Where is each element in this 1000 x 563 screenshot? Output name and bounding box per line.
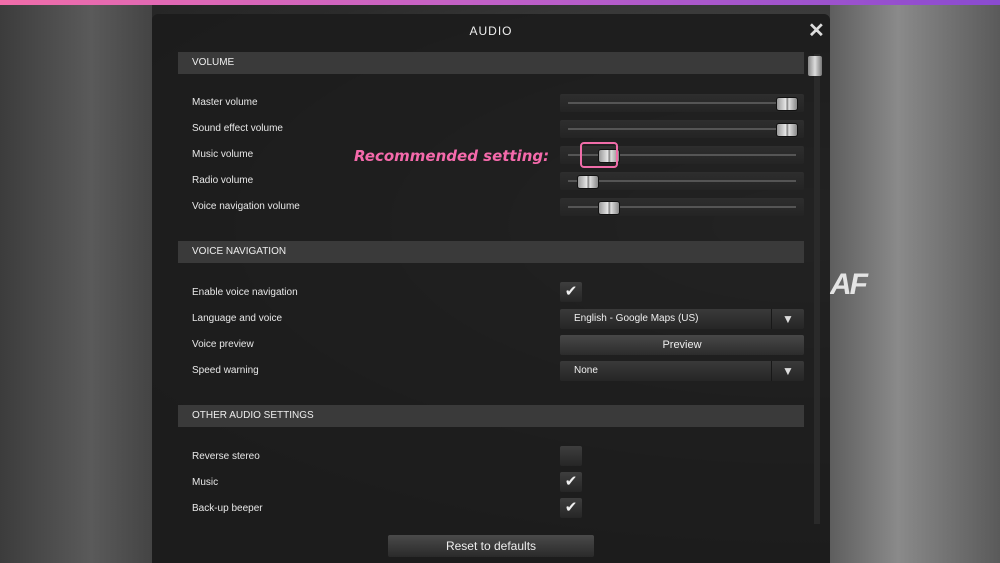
reverse-stereo-checkbox[interactable] xyxy=(560,446,582,466)
enable-voice-navigation-checkbox[interactable]: ✔ xyxy=(560,282,582,302)
scrollbar-thumb[interactable] xyxy=(808,56,822,76)
panel-title: AUDIO xyxy=(469,24,513,38)
chevron-down-icon[interactable]: ▼ xyxy=(771,361,804,381)
section-header-other-audio: OTHER AUDIO SETTINGS xyxy=(178,405,804,427)
truck-logo: AF xyxy=(830,268,868,301)
radio-volume-label: Radio volume xyxy=(192,175,254,186)
speed-warning-label: Speed warning xyxy=(192,365,259,376)
audio-settings-panel: AUDIO ✕ VOLUME Master volume Sound effec… xyxy=(152,14,830,563)
master-volume-label: Master volume xyxy=(192,97,258,108)
radio-volume-slider[interactable] xyxy=(560,172,804,190)
music-checkbox[interactable]: ✔ xyxy=(560,472,582,492)
top-accent-stripe xyxy=(0,0,1000,5)
slider-knob[interactable] xyxy=(776,97,798,111)
sound-effect-volume-label: Sound effect volume xyxy=(192,123,283,134)
voice-preview-label: Voice preview xyxy=(192,339,254,350)
preview-button[interactable]: Preview xyxy=(560,335,804,355)
voice-navigation-volume-slider[interactable] xyxy=(560,198,804,216)
master-volume-slider[interactable] xyxy=(560,94,804,112)
enable-voice-navigation-label: Enable voice navigation xyxy=(192,287,298,298)
section-header-volume: VOLUME xyxy=(178,52,804,74)
speed-warning-dropdown[interactable]: None ▼ xyxy=(560,361,804,381)
recommended-setting-annotation: Recommended setting: xyxy=(354,147,550,165)
dropdown-value: English - Google Maps (US) xyxy=(574,313,699,324)
slider-knob[interactable] xyxy=(776,123,798,137)
scrollbar-track[interactable] xyxy=(814,54,820,524)
voice-navigation-volume-label: Voice navigation volume xyxy=(192,201,300,212)
chevron-down-icon[interactable]: ▼ xyxy=(771,309,804,329)
slider-knob[interactable] xyxy=(576,175,599,189)
language-and-voice-dropdown[interactable]: English - Google Maps (US) ▼ xyxy=(560,309,804,329)
slider-knob[interactable] xyxy=(597,201,620,215)
back-up-beeper-label: Back-up beeper xyxy=(192,503,263,514)
close-icon[interactable]: ✕ xyxy=(808,21,825,41)
language-and-voice-label: Language and voice xyxy=(192,313,283,324)
dropdown-value: None xyxy=(574,365,598,376)
checkmark-icon: ✔ xyxy=(564,473,578,490)
section-header-voice-navigation: VOICE NAVIGATION xyxy=(178,241,804,263)
recommended-highlight-box xyxy=(580,142,618,168)
checkmark-icon: ✔ xyxy=(564,499,578,516)
music-label: Music xyxy=(192,477,219,488)
sound-effect-volume-slider[interactable] xyxy=(560,120,804,138)
back-up-beeper-checkbox[interactable]: ✔ xyxy=(560,498,582,518)
background-left xyxy=(0,0,152,563)
reset-to-defaults-button[interactable]: Reset to defaults xyxy=(388,535,594,557)
checkmark-icon: ✔ xyxy=(564,283,578,300)
music-volume-label: Music volume xyxy=(192,149,254,160)
reverse-stereo-label: Reverse stereo xyxy=(192,451,260,462)
